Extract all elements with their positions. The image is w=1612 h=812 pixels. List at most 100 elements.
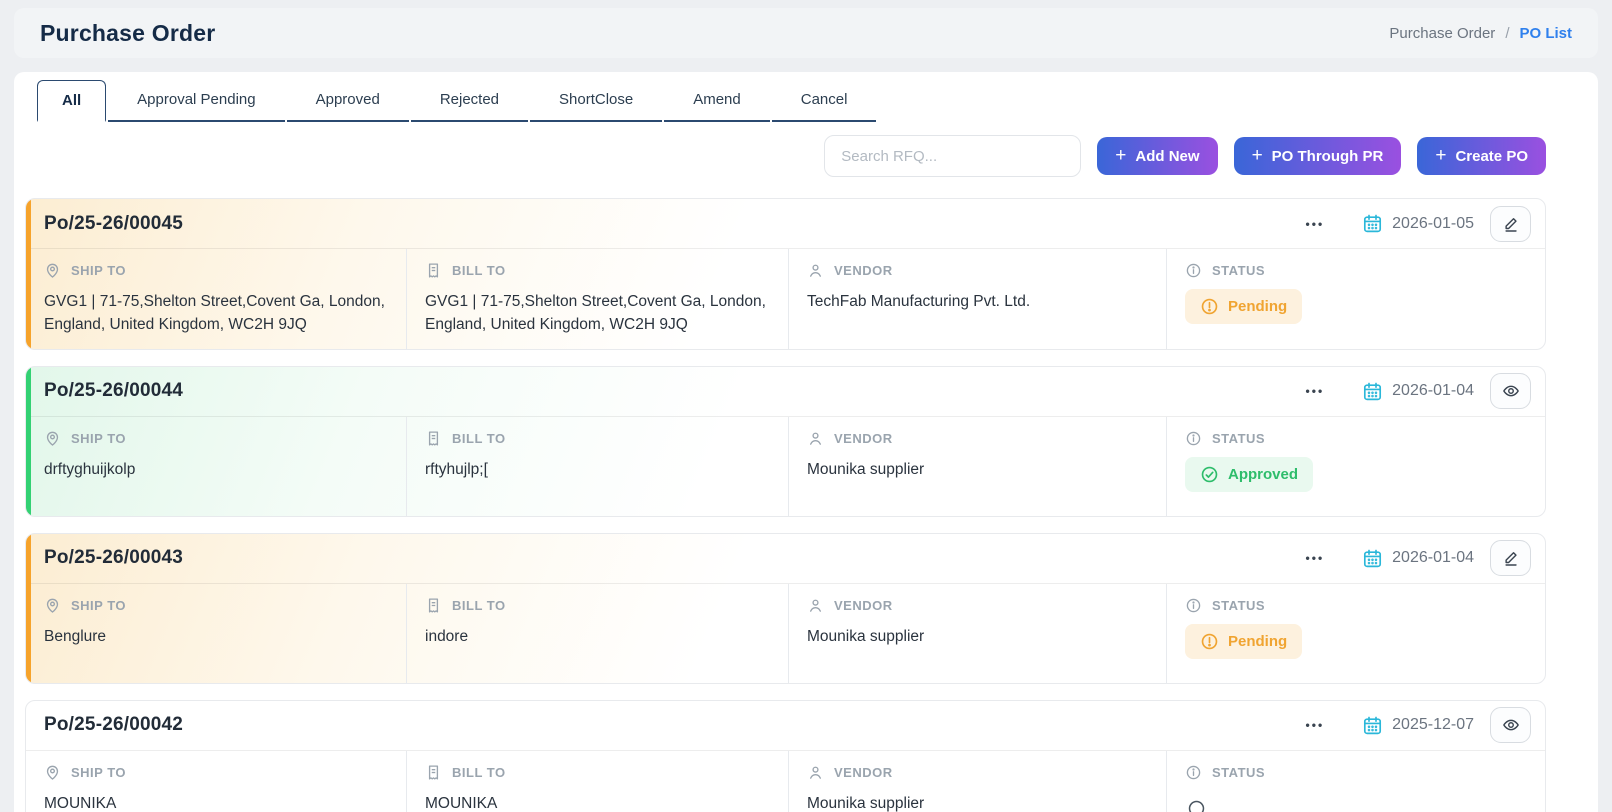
more-options-icon[interactable]: ••• (1306, 217, 1325, 231)
status-circle-icon (1188, 800, 1205, 812)
status-badge: Approved (1185, 456, 1314, 492)
bill-to-cell: BILL TO rftyhujlp;[ (406, 416, 788, 516)
tab-rejected[interactable]: Rejected (410, 80, 529, 122)
bill-to-cell: BILL TO MOUNIKA (406, 750, 788, 812)
status-accent-bar (26, 199, 31, 349)
card-action-button[interactable] (1490, 205, 1531, 242)
info-icon (1186, 598, 1201, 612)
map-pin-icon (46, 263, 59, 278)
receipt-icon (428, 764, 439, 780)
bill-to-cell: BILL TO GVG1 | 71-75,Shelton Street,Cove… (406, 249, 788, 349)
po-card: Po/25-26/00042 ••• 2025-12-07 SHIP TO MO… (25, 699, 1546, 812)
tab-approved[interactable]: Approved (286, 80, 409, 122)
more-options-icon[interactable]: ••• (1306, 384, 1325, 398)
map-pin-icon (46, 431, 59, 446)
po-date: 2026-01-04 (1392, 382, 1474, 399)
ship-to-label: SHIP TO (71, 764, 127, 780)
breadcrumb-parent[interactable]: Purchase Order (1389, 25, 1495, 42)
card-action-button[interactable] (1490, 707, 1531, 743)
bill-to-value: indore (425, 627, 469, 645)
tab-cancel[interactable]: Cancel (771, 80, 877, 122)
person-icon (810, 599, 821, 612)
po-card-header: Po/25-26/00042 ••• 2025-12-07 (26, 701, 1545, 751)
calendar-icon (1364, 549, 1382, 567)
ship-to-value: GVG1 | 71-75,Shelton Street,Covent Ga, L… (44, 293, 385, 334)
receipt-icon (428, 263, 439, 278)
exclamation-circle-icon (1201, 633, 1218, 649)
status-label: STATUS (1212, 597, 1266, 613)
edit-pencil-icon (1504, 217, 1517, 232)
po-card: Po/25-26/00043 ••• 2026-01-04 SHIP TO Be… (25, 532, 1546, 684)
plus-icon: + (1115, 144, 1127, 166)
po-through-pr-label: PO Through PR (1271, 147, 1384, 165)
ship-to-label: SHIP TO (71, 430, 127, 446)
tab-shortclose[interactable]: ShortClose (530, 80, 663, 122)
map-pin-icon (46, 598, 59, 613)
po-number: Po/25-26/00042 (44, 714, 184, 735)
info-icon (1186, 263, 1201, 278)
tab-amend[interactable]: Amend (664, 80, 770, 122)
po-through-pr-button[interactable]: + PO Through PR (1233, 137, 1402, 175)
po-number: Po/25-26/00045 (44, 212, 184, 234)
vendor-label: VENDOR (834, 263, 893, 278)
po-card-body: SHIP TO GVG1 | 71-75,Shelton Street,Cove… (26, 249, 1545, 349)
bill-to-value: GVG1 | 71-75,Shelton Street,Covent Ga, L… (425, 293, 766, 334)
calendar-icon (1364, 214, 1382, 233)
vendor-cell: VENDOR Mounika supplier (788, 583, 1166, 683)
po-card: Po/25-26/00045 ••• 2026-01-05 SHIP TO GV… (25, 198, 1546, 350)
tabbar: All Approval Pending Approved Rejected Short… (14, 80, 1598, 122)
add-new-button[interactable]: + Add New (1097, 137, 1218, 175)
bill-to-label: BILL TO (452, 430, 506, 446)
vendor-value: Mounika supplier (807, 460, 925, 478)
more-options-icon[interactable]: ••• (1306, 718, 1325, 732)
tab-approval-pending[interactable]: Approval Pending (108, 80, 285, 122)
bill-to-cell: BILL TO indore (406, 583, 788, 683)
status-label: STATUS (1212, 764, 1266, 780)
vendor-value: Mounika supplier (807, 794, 925, 812)
status-accent-bar (26, 533, 31, 683)
bill-to-value: rftyhujlp;[ (425, 460, 488, 478)
view-eye-icon (1502, 719, 1519, 731)
po-date: 2026-01-05 (1392, 214, 1474, 232)
po-card-header: Po/25-26/00044 ••• 2026-01-04 (26, 367, 1545, 417)
po-card: Po/25-26/00044 ••• 2026-01-04 SHIP TO dr… (25, 365, 1546, 517)
receipt-icon (428, 430, 439, 446)
create-po-button[interactable]: + Create PO (1417, 137, 1546, 175)
vendor-value: Mounika supplier (807, 627, 925, 645)
plus-icon: + (1251, 144, 1263, 166)
map-pin-icon (46, 765, 59, 780)
status-badge (1185, 791, 1217, 812)
vendor-label: VENDOR (834, 764, 893, 780)
toolbar: + Add New + PO Through PR + Create PO (14, 122, 1598, 184)
bill-to-value: MOUNIKA (425, 794, 498, 812)
po-card-body: SHIP TO Benglure BILL TO indore VENDOR M… (26, 583, 1545, 683)
card-action-button[interactable] (1490, 540, 1531, 576)
ship-to-cell: SHIP TO drftyghuijkolp (26, 417, 406, 516)
page-title: Purchase Order (40, 19, 216, 46)
status-badge: Pending (1185, 289, 1303, 324)
status-badge-text: Pending (1228, 298, 1288, 315)
ship-to-value: Benglure (44, 627, 107, 645)
ship-to-cell: SHIP TO MOUNIKA (26, 751, 406, 812)
exclamation-circle-icon (1201, 298, 1218, 315)
check-circle-icon (1201, 466, 1218, 482)
breadcrumb-separator: / (1505, 24, 1510, 42)
page-header: Purchase Order Purchase Order / PO List (14, 8, 1598, 58)
po-card-body: SHIP TO drftyghuijkolp BILL TO rftyhujlp… (26, 416, 1545, 516)
po-date: 2026-01-04 (1392, 549, 1474, 566)
tab-all[interactable]: All (37, 80, 107, 122)
vendor-label: VENDOR (834, 430, 893, 446)
person-icon (810, 432, 821, 445)
po-number: Po/25-26/00044 (44, 380, 184, 401)
status-badge-text: Pending (1228, 632, 1288, 650)
breadcrumb-current[interactable]: PO List (1519, 25, 1572, 42)
ship-to-label: SHIP TO (71, 597, 127, 613)
po-card-header: Po/25-26/00045 ••• 2026-01-05 (26, 199, 1545, 249)
person-icon (810, 766, 821, 779)
bill-to-label: BILL TO (452, 597, 506, 613)
status-label: STATUS (1212, 263, 1266, 278)
more-options-icon[interactable]: ••• (1306, 551, 1325, 565)
search-input[interactable] (824, 135, 1082, 177)
card-action-button[interactable] (1490, 373, 1531, 409)
bill-to-label: BILL TO (452, 764, 506, 780)
